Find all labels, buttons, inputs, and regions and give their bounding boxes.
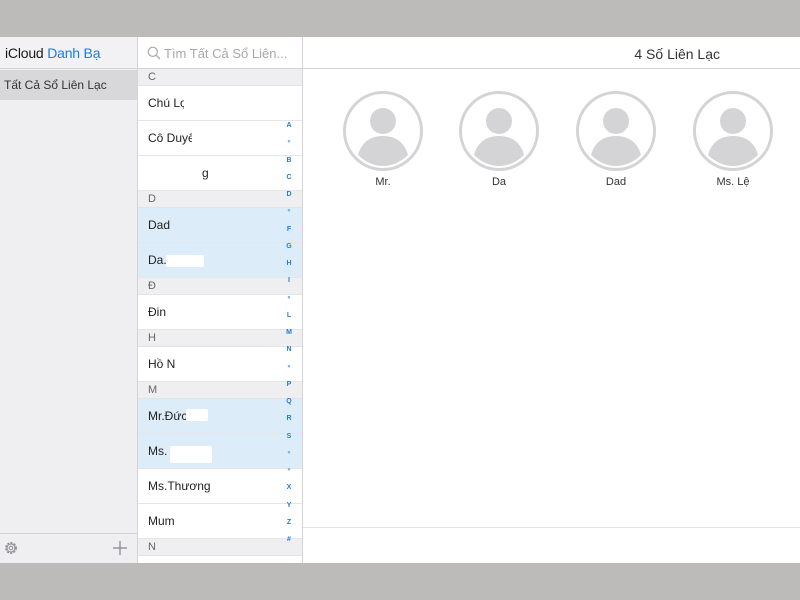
- index-letter[interactable]: G: [283, 238, 295, 255]
- index-dot[interactable]: •: [283, 445, 295, 462]
- index-letter[interactable]: Q: [283, 393, 295, 410]
- contact-name: g: [202, 166, 209, 180]
- gear-icon[interactable]: [3, 540, 19, 556]
- redaction-mark: [178, 358, 204, 370]
- index-dot[interactable]: •: [283, 134, 295, 151]
- app-title-brand: iCloud: [5, 45, 44, 61]
- contact-card-name: Mr.: [375, 176, 391, 188]
- index-letter[interactable]: R: [283, 410, 295, 427]
- contact-row[interactable]: Hồ N: [138, 347, 302, 382]
- contact-row[interactable]: Mr.Đức: [138, 399, 302, 434]
- redaction-mark: [168, 306, 202, 318]
- index-letter[interactable]: Y: [283, 497, 295, 514]
- index-letter[interactable]: A: [283, 117, 295, 134]
- person-silhouette-icon: [459, 91, 539, 171]
- index-letter[interactable]: #: [283, 531, 295, 548]
- index-dot[interactable]: •: [283, 290, 295, 307]
- contact-name: Ms.: [148, 444, 168, 458]
- contact-card-name: Ms. Lệ: [716, 176, 750, 188]
- index-letter[interactable]: X: [283, 479, 295, 496]
- contact-row[interactable]: Đin: [138, 295, 302, 330]
- alphabet-index[interactable]: A • B C D • F G H I • L M N • P Q R S • …: [283, 117, 295, 548]
- index-letter[interactable]: F: [283, 221, 295, 238]
- contact-name: Mum: [148, 514, 175, 528]
- index-letter[interactable]: P: [283, 376, 295, 393]
- app-title-accent: Danh Bạ: [47, 45, 101, 61]
- index-letter[interactable]: D: [283, 186, 295, 203]
- index-letter[interactable]: B: [283, 152, 295, 169]
- index-letter[interactable]: C: [283, 169, 295, 186]
- sidebar-header: iCloud Danh Bạ: [0, 37, 137, 69]
- index-dot[interactable]: •: [283, 359, 295, 376]
- contact-row[interactable]: Chú Lợi: [138, 86, 302, 121]
- index-dot[interactable]: •: [283, 203, 295, 220]
- groups-sidebar: iCloud Danh Bạ Tất Cả Sổ Liên Lạc: [0, 37, 138, 563]
- index-letter[interactable]: S: [283, 428, 295, 445]
- contact-row[interactable]: Mum: [138, 504, 302, 539]
- contact-row[interactable]: Ms.: [138, 434, 302, 469]
- section-header-d: D: [138, 191, 302, 208]
- contact-name: Mr.Đức: [148, 409, 188, 423]
- plus-icon[interactable]: [112, 540, 128, 556]
- detail-header: 4 Số Liên Lạc: [303, 37, 800, 69]
- contact-name: Dad: [148, 218, 171, 232]
- person-silhouette-icon: [576, 91, 656, 171]
- contact-card-name: Dad: [605, 176, 627, 188]
- index-letter[interactable]: I: [283, 272, 295, 289]
- index-letter[interactable]: N: [283, 341, 295, 358]
- selected-contact-card[interactable]: Mr.: [338, 91, 428, 188]
- contact-card-name: Da: [491, 176, 507, 188]
- search-input[interactable]: [164, 43, 300, 63]
- redaction-mark: [184, 97, 206, 109]
- detail-footer-divider: [303, 527, 800, 528]
- contacts-app-window: iCloud Danh Bạ Tất Cả Sổ Liên Lạc Tìm Tấ…: [0, 37, 800, 563]
- redaction-mark: [166, 255, 204, 267]
- contact-rows: C Chú Lợi Cô Duyên g D Dad Da... Đ Đin H…: [138, 69, 302, 556]
- app-title: iCloud Danh Bạ: [5, 45, 100, 61]
- contact-row[interactable]: Dad: [138, 208, 302, 243]
- search-bar: [138, 37, 302, 69]
- sidebar-item-all-contacts[interactable]: Tất Cả Sổ Liên Lạc: [0, 70, 137, 100]
- section-header-m: M: [138, 382, 302, 399]
- person-silhouette-icon: [693, 91, 773, 171]
- search-icon: [147, 46, 161, 60]
- index-letter[interactable]: Z: [283, 514, 295, 531]
- index-letter[interactable]: H: [283, 255, 295, 272]
- section-header-c: C: [138, 69, 302, 86]
- contact-name: Hồ N: [148, 357, 176, 371]
- detail-pane: 4 Số Liên Lạc Mr. Da Dad Ms. Lệ: [303, 37, 800, 563]
- selected-count-title: 4 Số Liên Lạc: [634, 46, 720, 62]
- contact-name: Ms.Thương: [148, 479, 211, 493]
- redaction-mark: [186, 409, 208, 421]
- section-header-n: N: [138, 539, 302, 556]
- redaction-mark: [192, 132, 206, 144]
- contact-row[interactable]: g: [138, 156, 302, 191]
- index-letter[interactable]: L: [283, 307, 295, 324]
- redaction-mark: [146, 167, 198, 179]
- index-dot[interactable]: •: [283, 462, 295, 479]
- contact-row[interactable]: Cô Duyên: [138, 121, 302, 156]
- contact-row[interactable]: Ms.Thương: [138, 469, 302, 504]
- section-header-h: H: [138, 330, 302, 347]
- sidebar-footer: [0, 533, 137, 563]
- contact-name: Đin: [148, 305, 167, 319]
- index-letter[interactable]: M: [283, 324, 295, 341]
- section-header-d-stroke: Đ: [138, 278, 302, 295]
- contact-list: C Chú Lợi Cô Duyên g D Dad Da... Đ Đin H…: [138, 37, 303, 563]
- person-silhouette-icon: [343, 91, 423, 171]
- redaction-mark: [170, 446, 212, 463]
- contact-row[interactable]: Da...: [138, 243, 302, 278]
- selected-contact-card[interactable]: Da: [454, 91, 544, 188]
- sidebar-item-label: Tất Cả Sổ Liên Lạc: [4, 78, 107, 92]
- selected-contact-card[interactable]: Dad: [571, 91, 661, 188]
- selected-contact-card[interactable]: Ms. Lệ: [688, 91, 778, 188]
